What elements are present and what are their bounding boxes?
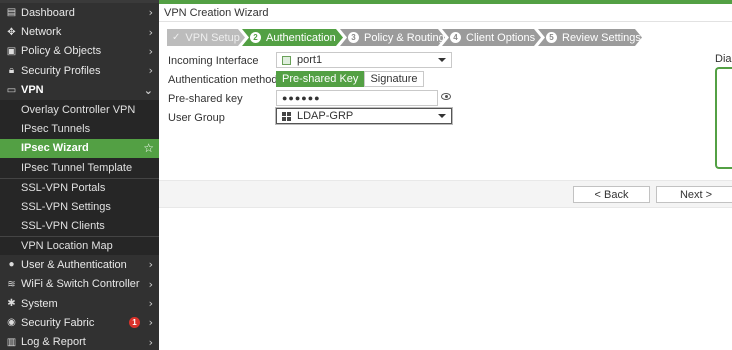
sidebar-item-security-profiles[interactable]: 🔒︎ Security Profiles › — [0, 61, 159, 80]
dialog-panel — [715, 67, 732, 169]
user-icon: ● — [8, 259, 15, 271]
user-group-label: User Group — [168, 112, 225, 124]
step-label: Policy & Routing — [364, 31, 445, 44]
group-icon — [282, 111, 291, 121]
eye-icon[interactable] — [441, 93, 451, 100]
sidebar-subitem-ipsec-tunnel-template[interactable]: IPsec Tunnel Template — [0, 158, 159, 178]
auth-option-preshared-key[interactable]: Pre-shared Key — [276, 71, 365, 87]
sidebar-item-vpn[interactable]: ▭ VPN ⌄ — [0, 81, 159, 100]
psk-label: Pre-shared key — [168, 93, 243, 105]
chevron-down-icon: ⌄ — [143, 83, 153, 97]
sidebar-subitem-ipsec-wizard[interactable]: IPsec Wizard ☆ — [0, 138, 159, 159]
sidebar-item-label: Policy & Objects — [21, 45, 102, 58]
sidebar-subitem-ssl-vpn-settings[interactable]: SSL-VPN Settings — [0, 196, 159, 217]
top-accent-bar — [159, 0, 732, 4]
step-number: 4 — [450, 32, 461, 43]
step-number: 2 — [250, 32, 261, 43]
sidebar-subitem-ssl-vpn-portals[interactable]: SSL-VPN Portals — [0, 177, 159, 197]
user-group-value: LDAP-GRP — [297, 110, 354, 122]
sidebar-item-security-fabric[interactable]: ◉ Security Fabric 1 › — [0, 313, 159, 332]
sidebar-item-label: VPN — [21, 84, 44, 97]
step-number: 5 — [546, 32, 557, 43]
user-group-select[interactable]: LDAP-GRP — [276, 108, 452, 124]
auth-option-signature[interactable]: Signature — [364, 71, 424, 87]
header-divider — [159, 21, 732, 22]
sidebar-item-network[interactable]: ✥ Network › — [0, 22, 159, 41]
step-vpn-setup[interactable]: ✓ VPN Setup — [167, 29, 245, 46]
step-policy-routing[interactable]: 3 Policy & Routing — [340, 29, 445, 46]
chevron-right-icon: › — [148, 258, 153, 272]
auth-method-label: Authentication method — [168, 74, 278, 86]
step-client-options[interactable]: 4 Client Options — [442, 29, 541, 46]
step-label: Authentication — [266, 31, 336, 44]
step-number: 3 — [348, 32, 359, 43]
sidebar-subitem-label: IPsec Wizard — [21, 142, 89, 155]
incoming-interface-label: Incoming Interface — [168, 55, 259, 67]
dialog-label: Dial — [715, 53, 732, 65]
chart-icon: ▥ — [6, 336, 17, 348]
lock-icon: 🔒︎ — [8, 65, 15, 77]
policy-icon: ▣ — [6, 45, 17, 57]
chevron-right-icon: › — [148, 316, 153, 330]
wifi-icon: ≋ — [7, 278, 16, 290]
sidebar-item-label: User & Authentication — [21, 258, 127, 271]
port-icon — [282, 55, 291, 65]
chevron-right-icon: › — [148, 64, 153, 78]
fabric-icon: ◉ — [7, 317, 16, 329]
sidebar-item-label: Network — [21, 26, 62, 39]
step-label: VPN Setup — [185, 31, 240, 44]
step-label: Client Options — [466, 31, 536, 44]
dashboard-icon: ▤ — [6, 7, 17, 19]
chevron-right-icon: › — [148, 44, 153, 58]
sidebar-item-system[interactable]: ✱ System › — [0, 294, 159, 313]
step-review-settings[interactable]: 5 Review Settings — [538, 29, 642, 46]
dropdown-caret-icon — [438, 58, 446, 62]
incoming-interface-value: port1 — [297, 54, 323, 66]
psk-input[interactable]: ●●●●●● — [276, 90, 438, 106]
chevron-right-icon: › — [148, 335, 153, 349]
sidebar: ▤ Dashboard › ✥ Network › ▣ Policy & Obj… — [0, 0, 159, 350]
page-title: VPN Creation Wizard — [164, 7, 269, 19]
gear-icon: ✱ — [7, 298, 16, 310]
chevron-right-icon: › — [148, 25, 153, 39]
notification-badge: 1 — [129, 317, 140, 329]
star-icon[interactable]: ☆ — [143, 141, 154, 155]
chevron-right-icon: › — [148, 6, 153, 20]
sidebar-subitem-ipsec-tunnels[interactable]: IPsec Tunnels — [0, 119, 159, 139]
sidebar-item-label: Security Fabric — [21, 316, 95, 329]
sidebar-item-label: WiFi & Switch Controller — [21, 278, 140, 291]
main-panel: VPN Creation Wizard ✓ VPN Setup 2 Authen… — [159, 0, 732, 350]
next-button[interactable]: Next > — [656, 186, 732, 203]
sidebar-subitem-vpn-location-map[interactable]: VPN Location Map — [0, 235, 159, 256]
incoming-interface-select[interactable]: port1 — [276, 52, 452, 68]
network-icon: ✥ — [7, 26, 16, 38]
sidebar-item-policy-objects[interactable]: ▣ Policy & Objects › — [0, 42, 159, 61]
dropdown-caret-icon — [438, 114, 446, 118]
sidebar-item-wifi-switch[interactable]: ≋ WiFi & Switch Controller › — [0, 274, 159, 293]
sidebar-item-label: System — [21, 297, 58, 310]
sidebar-subitem-ssl-vpn-clients[interactable]: SSL-VPN Clients — [0, 216, 159, 236]
sidebar-item-label: Security Profiles — [21, 64, 101, 77]
check-icon: ✓ — [172, 32, 181, 43]
sidebar-item-dashboard[interactable]: ▤ Dashboard › — [0, 3, 159, 22]
sidebar-item-label: Dashboard — [21, 6, 75, 19]
sidebar-subitem-overlay-controller-vpn[interactable]: Overlay Controller VPN — [0, 99, 159, 120]
step-authentication[interactable]: 2 Authentication — [242, 29, 343, 46]
sidebar-item-user-authentication[interactable]: ● User & Authentication › — [0, 255, 159, 274]
step-label: Review Settings — [562, 31, 641, 44]
back-button[interactable]: < Back — [573, 186, 650, 203]
chevron-right-icon: › — [148, 277, 153, 291]
monitor-icon: ▭ — [6, 84, 17, 96]
wizard-footer: < Back Next > — [159, 180, 732, 208]
auth-method-toggle: Pre-shared Key Signature — [276, 71, 424, 87]
sidebar-item-label: Log & Report — [21, 336, 86, 349]
sidebar-item-log-report[interactable]: ▥ Log & Report › — [0, 333, 159, 350]
chevron-right-icon: › — [148, 297, 153, 311]
